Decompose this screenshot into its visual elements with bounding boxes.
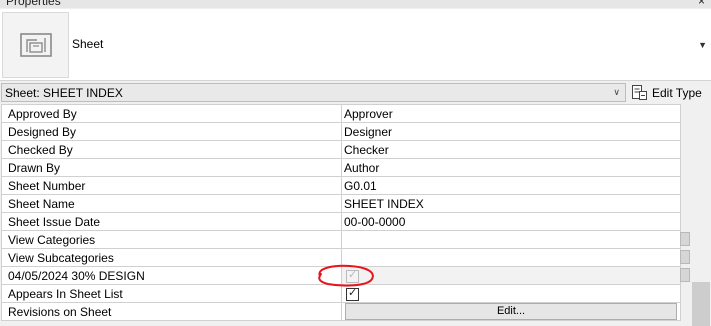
revisions-edit-button[interactable]: Edit... bbox=[345, 303, 677, 320]
disabled-checkbox: ✓ bbox=[346, 268, 359, 283]
property-value[interactable] bbox=[341, 230, 681, 249]
property-value[interactable]: 00-00-0000 bbox=[341, 212, 681, 231]
table-row[interactable]: Approved By Approver bbox=[1, 104, 681, 123]
property-name: Approved By bbox=[1, 104, 342, 123]
table-row[interactable]: Appears In Sheet List ✓ bbox=[1, 284, 681, 303]
table-row[interactable]: Sheet Issue Date 00-00-0000 bbox=[1, 212, 681, 231]
close-icon[interactable]: × bbox=[698, 0, 705, 8]
scroll-marker bbox=[680, 232, 690, 246]
property-name: Sheet Name bbox=[1, 194, 342, 213]
table-row[interactable]: Designed By Designer bbox=[1, 122, 681, 141]
table-row: 04/05/2024 30% DESIGN ✓ bbox=[1, 266, 681, 285]
table-row[interactable]: Sheet Number G0.01 bbox=[1, 176, 681, 195]
type-name: Sheet bbox=[72, 37, 104, 51]
property-value[interactable]: Approver bbox=[341, 104, 681, 123]
table-row[interactable]: View Categories bbox=[1, 230, 681, 249]
property-name: Sheet Issue Date bbox=[1, 212, 342, 231]
property-value[interactable]: Designer bbox=[341, 122, 681, 141]
scrollbar-thumb[interactable] bbox=[692, 282, 710, 326]
table-row[interactable]: Revisions on Sheet Edit... bbox=[1, 302, 681, 321]
property-value[interactable]: Author bbox=[341, 158, 681, 177]
property-value[interactable]: G0.01 bbox=[341, 176, 681, 195]
property-name: 04/05/2024 30% DESIGN bbox=[1, 266, 342, 285]
edit-type-button[interactable]: Edit Type bbox=[631, 83, 702, 102]
property-name: View Categories bbox=[1, 230, 342, 249]
table-row[interactable]: View Subcategories bbox=[1, 248, 681, 267]
property-value-checkbox-cell: ✓ bbox=[341, 266, 681, 285]
property-value[interactable] bbox=[341, 248, 681, 267]
property-name: View Subcategories bbox=[1, 248, 342, 267]
property-value[interactable]: Checker bbox=[341, 140, 681, 159]
vertical-scrollbar[interactable] bbox=[680, 104, 711, 326]
chevron-down-icon[interactable]: ∨ bbox=[613, 87, 620, 98]
type-selector[interactable]: Sheet ▼ bbox=[0, 9, 711, 81]
properties-grid: Approved By Approver Designed By Designe… bbox=[1, 104, 681, 321]
table-row[interactable]: Drawn By Author bbox=[1, 158, 681, 177]
instance-filter-value: Sheet: SHEET INDEX bbox=[5, 86, 123, 100]
property-name: Revisions on Sheet bbox=[1, 302, 342, 321]
table-row[interactable]: Sheet Name SHEET INDEX bbox=[1, 194, 681, 213]
edit-type-icon bbox=[632, 85, 647, 100]
checkmark-icon: ✓ bbox=[348, 268, 358, 281]
property-value-button-cell: Edit... bbox=[341, 302, 681, 321]
property-name: Drawn By bbox=[1, 158, 342, 177]
property-name: Appears In Sheet List bbox=[1, 284, 342, 303]
property-name: Designed By bbox=[1, 122, 342, 141]
instance-filter-row: Sheet: SHEET INDEX ∨ Edit Type bbox=[0, 82, 711, 104]
panel-title: Properties bbox=[6, 0, 61, 8]
property-value-checkbox-cell: ✓ bbox=[341, 284, 681, 303]
appears-in-sheet-list-checkbox[interactable]: ✓ bbox=[346, 286, 359, 301]
property-value[interactable]: SHEET INDEX bbox=[341, 194, 681, 213]
sheet-icon bbox=[2, 12, 69, 78]
property-name: Sheet Number bbox=[1, 176, 342, 195]
checkmark-icon: ✓ bbox=[348, 286, 358, 299]
scroll-marker bbox=[680, 268, 690, 282]
property-name: Checked By bbox=[1, 140, 342, 159]
type-dropdown-arrow-icon[interactable]: ▼ bbox=[698, 40, 707, 50]
scroll-marker bbox=[680, 250, 690, 264]
table-row[interactable]: Checked By Checker bbox=[1, 140, 681, 159]
instance-filter-select[interactable]: Sheet: SHEET INDEX ∨ bbox=[1, 83, 626, 102]
edit-type-label: Edit Type bbox=[652, 85, 702, 100]
panel-title-bar: Properties × bbox=[0, 0, 711, 8]
